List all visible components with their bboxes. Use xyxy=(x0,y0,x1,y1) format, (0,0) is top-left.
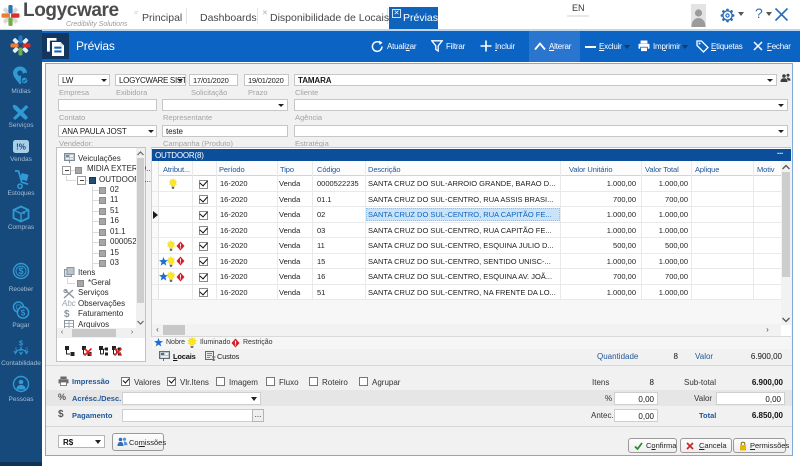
svg-text:s: s xyxy=(15,347,18,353)
svg-text:!%: !% xyxy=(16,143,26,152)
svg-text:$: $ xyxy=(21,309,26,318)
svg-text:s: s xyxy=(25,347,28,353)
svg-text:$: $ xyxy=(19,339,24,348)
svg-text:$: $ xyxy=(18,266,23,276)
